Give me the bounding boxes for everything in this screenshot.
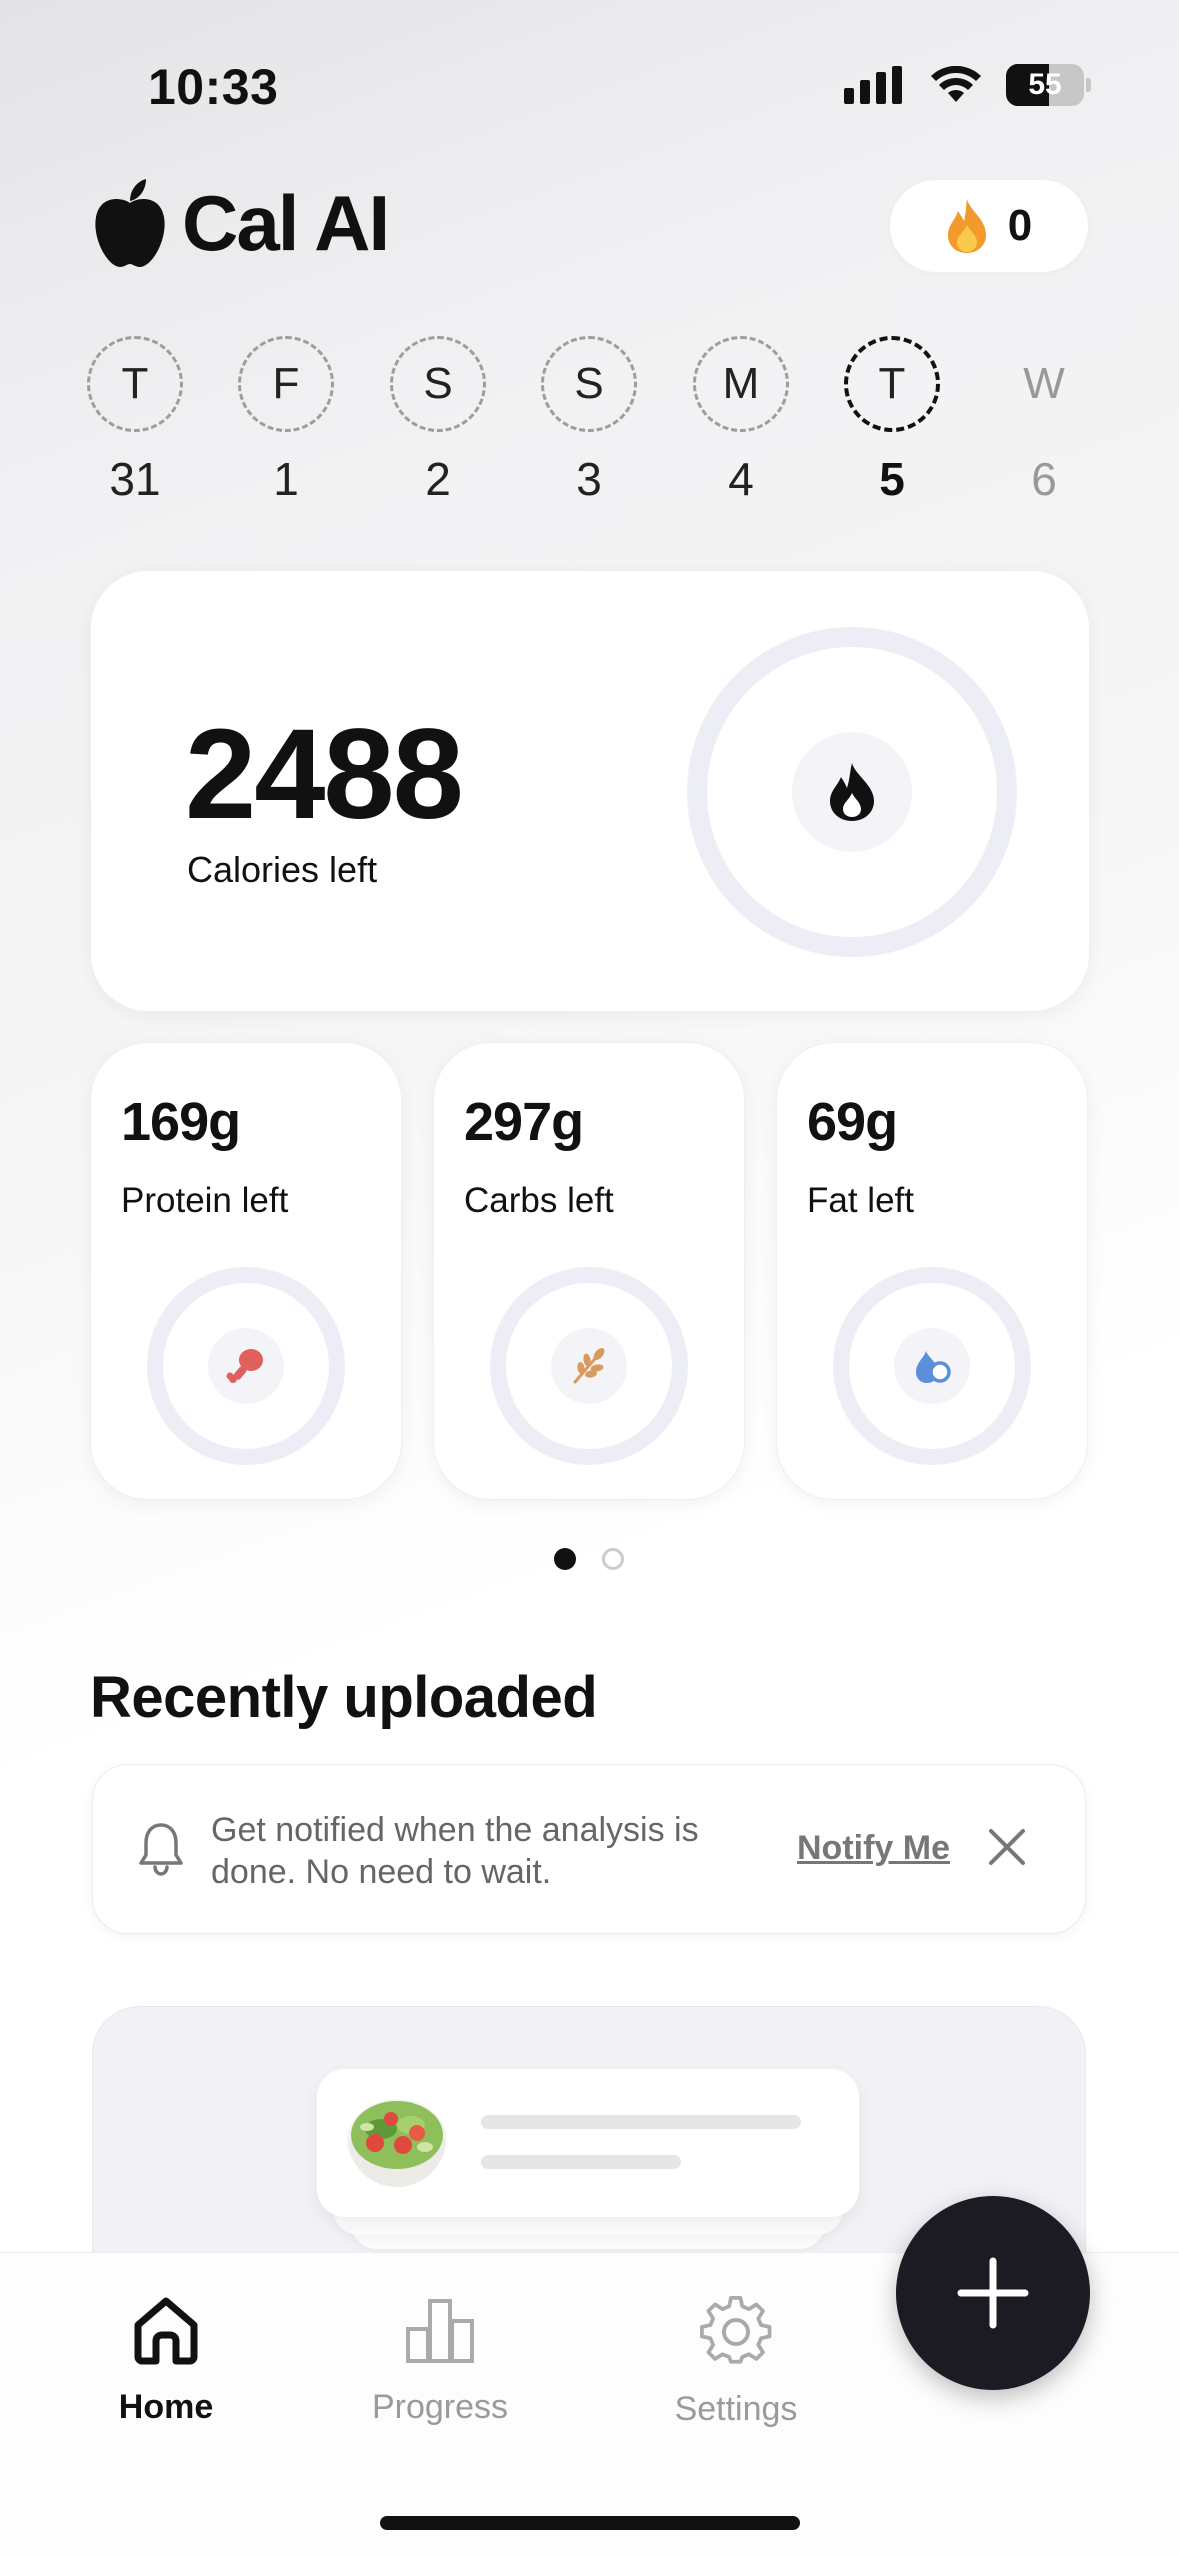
drumstick-icon [226,1349,263,1383]
calories-value: 2488 [185,703,464,846]
notify-me-link[interactable]: Notify Me [797,1829,950,1868]
calories-ring [687,627,1017,957]
wheat-icon [573,1348,605,1384]
day-letter: W [1023,359,1065,408]
carbs-icon-bubble [551,1328,627,1404]
tab-label: Home [118,2388,214,2426]
protein-label: Protein left [121,1181,289,1220]
day-date: 1 [273,453,299,505]
page-dot[interactable] [602,1548,624,1570]
gear-icon [700,2295,772,2364]
wifi-icon [931,66,981,102]
fat-icon-bubble [894,1328,970,1404]
day-item[interactable]: F 1 [238,336,334,506]
placeholder-line [481,2115,801,2129]
day-letter: S [390,336,486,432]
calories-card[interactable]: 2488 Calories left [90,570,1090,1012]
status-icons: 55 [844,64,1091,106]
bar-chart-icon [406,2299,474,2363]
day-date: 5 [879,453,905,505]
calories-icon-bubble [792,732,912,852]
streak-count: 0 [1007,201,1033,250]
day-item[interactable]: S 2 [390,336,486,506]
carbs-label: Carbs left [464,1181,614,1220]
fat-drop-icon [916,1350,951,1383]
tab-settings[interactable]: Settings [626,2295,846,2429]
battery-level: 55 [1028,68,1062,101]
protein-card[interactable]: 169g Protein left [90,1042,402,1500]
day-letter: T [87,336,183,432]
placeholder-line [481,2155,681,2169]
day-item[interactable]: S 3 [541,336,637,506]
carbs-card[interactable]: 297g Carbs left [433,1042,745,1500]
cellular-signal-icon [844,66,902,104]
page-indicator[interactable] [554,1548,624,1570]
day-date: 2 [425,453,451,505]
fat-label: Fat left [807,1181,914,1220]
day-date: 6 [1031,453,1057,505]
flame-icon [830,763,874,821]
tab-label: Settings [674,2390,798,2428]
day-date: 3 [576,453,602,505]
day-date: 31 [109,453,161,505]
calories-label: Calories left [187,849,378,890]
day-letter: S [541,336,637,432]
day-letter: T [844,336,940,432]
fat-card[interactable]: 69g Fat left [776,1042,1088,1500]
flame-icon [947,199,986,253]
home-icon [134,2297,198,2365]
day-item-selected[interactable]: T 5 [844,336,940,506]
notify-banner: Get notified when the analysis is done. … [92,1764,1086,1934]
day-date: 4 [728,453,754,505]
protein-value: 169g [121,1092,241,1152]
home-indicator [380,2516,800,2530]
day-item[interactable]: T 31 [87,336,183,506]
add-button[interactable] [896,2196,1090,2390]
carbs-value: 297g [464,1092,584,1152]
tab-progress[interactable]: Progress [330,2295,550,2427]
carbs-ring [490,1267,688,1465]
protein-icon-bubble [208,1328,284,1404]
battery-icon: 55 [1006,64,1084,106]
apple-logo-icon [95,178,165,267]
protein-ring [147,1267,345,1465]
placeholder-card [317,2069,859,2217]
day-letter: M [693,336,789,432]
day-item[interactable]: M 4 [693,336,789,506]
salad-bowl-icon [347,2099,447,2187]
close-icon[interactable] [987,1827,1027,1867]
plus-icon [957,2257,1029,2329]
fat-value: 69g [807,1092,898,1152]
fat-ring [833,1267,1031,1465]
app-brand: Cal AI [92,178,390,269]
tab-label: Progress [371,2388,509,2426]
notify-message: Get notified when the analysis is done. … [211,1811,699,1891]
day-item[interactable]: W 6 [996,336,1092,506]
tab-home[interactable]: Home [56,2295,276,2427]
section-title: Recently uploaded [90,1665,598,1730]
bell-icon [139,1823,183,1876]
page-dot-active[interactable] [554,1548,576,1570]
app-name: Cal AI [182,179,390,267]
status-time: 10:33 [148,59,279,115]
day-letter: F [238,336,334,432]
battery-nub [1086,78,1091,92]
streak-button[interactable]: 0 [890,180,1088,272]
